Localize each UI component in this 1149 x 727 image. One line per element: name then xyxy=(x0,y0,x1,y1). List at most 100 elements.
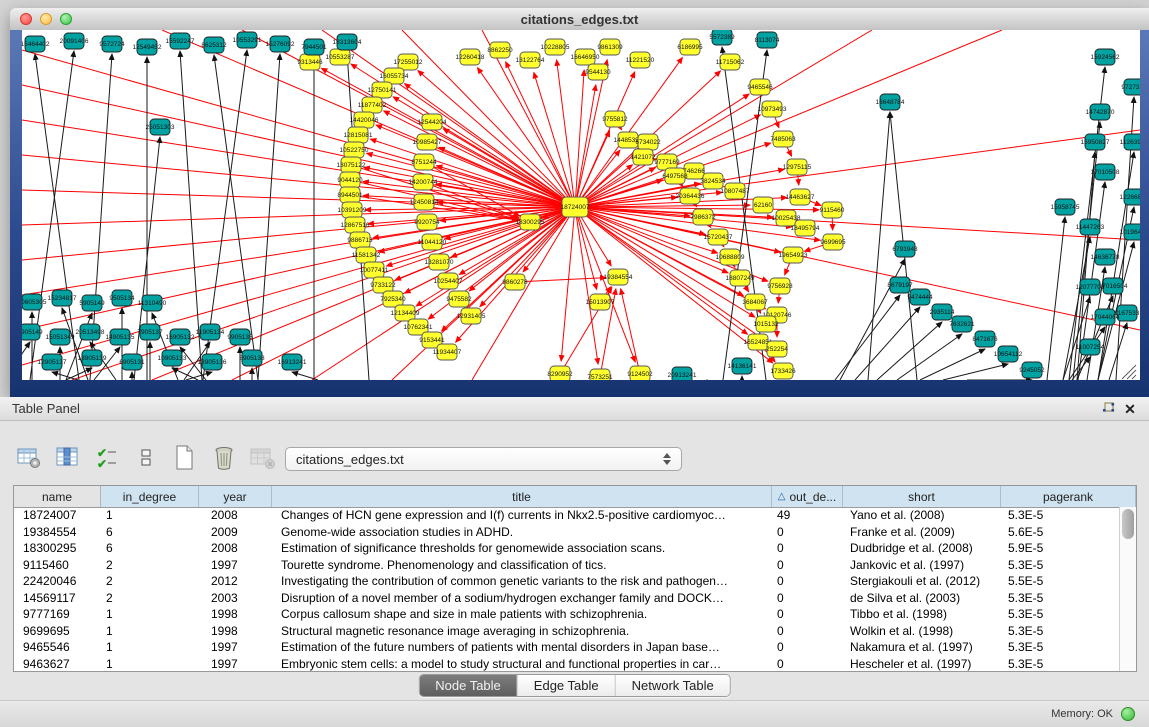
table-cell[interactable]: 2003 xyxy=(199,591,272,605)
table-cell[interactable]: 6 xyxy=(101,541,199,555)
table-cell[interactable]: 1998 xyxy=(199,607,272,621)
row-height-button[interactable] xyxy=(133,444,159,472)
table-cell[interactable]: 9699695 xyxy=(14,624,101,638)
table-cell[interactable]: 0 xyxy=(772,541,843,555)
table-cell[interactable]: 9115460 xyxy=(14,558,101,572)
black-edge[interactable] xyxy=(943,364,1008,380)
column-header-name[interactable]: name xyxy=(14,486,101,507)
table-cell[interactable]: 5.5E-5 xyxy=(1001,574,1120,588)
table-row[interactable]: 977716911998Corpus callosum shape and si… xyxy=(14,606,1120,623)
column-header-in_degree[interactable]: in_degree xyxy=(101,486,199,507)
table-cell[interactable]: 5.3E-5 xyxy=(1001,558,1120,572)
table-cell[interactable]: 0 xyxy=(772,574,843,588)
table-cell[interactable]: 2009 xyxy=(199,525,272,539)
table-row[interactable]: 1830029562008Estimation of significance … xyxy=(14,540,1120,557)
table-scrollbar[interactable] xyxy=(1119,507,1136,671)
black-edge[interactable] xyxy=(1047,217,1065,380)
red-edge[interactable] xyxy=(575,207,598,364)
black-edge[interactable] xyxy=(920,349,985,380)
table-cell[interactable]: 0 xyxy=(772,624,843,638)
tab-network-table[interactable]: Network Table xyxy=(616,675,730,696)
table-cell[interactable]: 5.9E-5 xyxy=(1001,541,1120,555)
column-header-title[interactable]: title xyxy=(272,486,772,507)
float-panel-button[interactable] xyxy=(1097,400,1119,418)
table-cell[interactable]: 18300295 xyxy=(14,541,101,555)
table-cell[interactable]: 5.6E-5 xyxy=(1001,525,1120,539)
table-cell[interactable]: 1997 xyxy=(199,640,272,654)
table-cell[interactable]: Tourette syndrome. Phenomenology and cla… xyxy=(272,558,772,572)
table-cell[interactable]: 49 xyxy=(772,508,843,522)
table-cell[interactable]: 22420046 xyxy=(14,574,101,588)
table-row[interactable]: 946362711997Embryonic stem cells: a mode… xyxy=(14,656,1120,673)
black-edge[interactable] xyxy=(868,112,890,380)
canvas-resize-grip[interactable] xyxy=(1132,375,1136,379)
table-cell[interactable]: 9777169 xyxy=(14,607,101,621)
table-cell[interactable]: 5.3E-5 xyxy=(1001,607,1120,621)
table-cell[interactable]: 19384554 xyxy=(14,525,101,539)
import-table-button[interactable] xyxy=(250,444,276,472)
table-row[interactable]: 969969511998Structural magnetic resonanc… xyxy=(14,623,1120,640)
table-cell[interactable]: 2012 xyxy=(199,574,272,588)
table-cell[interactable]: 0 xyxy=(772,525,843,539)
table-row[interactable]: 946554611997Estimation of the future num… xyxy=(14,639,1120,656)
table-cell[interactable]: 0 xyxy=(772,558,843,572)
red-edge[interactable] xyxy=(22,207,575,330)
table-cell[interactable]: Tibbo et al. (1998) xyxy=(843,607,1001,621)
column-header-short[interactable]: short xyxy=(843,486,1001,507)
table-cell[interactable]: Estimation of significance thresholds fo… xyxy=(272,541,772,555)
table-cell[interactable]: 9463627 xyxy=(14,657,101,671)
table-select[interactable]: citations_edges.txt xyxy=(285,447,682,471)
red-edge[interactable] xyxy=(451,207,575,257)
table-cell[interactable]: de Silva et al. (2003) xyxy=(843,591,1001,605)
table-cell[interactable]: Wolkin et al. (1998) xyxy=(843,624,1001,638)
table-cell[interactable]: 1 xyxy=(101,607,199,621)
table-cell[interactable]: 0 xyxy=(772,591,843,605)
black-edge[interactable] xyxy=(22,342,30,380)
table-cell[interactable]: Investigating the contribution of common… xyxy=(272,574,772,588)
table-cell[interactable]: 1997 xyxy=(199,657,272,671)
table-cell[interactable]: Corpus callosum shape and size in male p… xyxy=(272,607,772,621)
table-cell[interactable]: 2 xyxy=(101,558,199,572)
table-row[interactable]: 2242004622012Investigating the contribut… xyxy=(14,573,1120,590)
table-cell[interactable]: 6 xyxy=(101,525,199,539)
black-edge[interactable] xyxy=(835,295,900,380)
table-cell[interactable]: 0 xyxy=(772,657,843,671)
table-cell[interactable]: Structural magnetic resonance image aver… xyxy=(272,624,772,638)
table-cell[interactable]: 9465546 xyxy=(14,640,101,654)
network-canvas[interactable]: 1872400717255012160557341275014111877402… xyxy=(22,30,1140,380)
table-cell[interactable]: Genome-wide association studies in ADHD. xyxy=(272,525,772,539)
table-cell[interactable]: Estimation of the future numbers of pati… xyxy=(272,640,772,654)
table-cell[interactable]: 2 xyxy=(101,574,199,588)
scrollbar-thumb[interactable] xyxy=(1122,509,1134,539)
table-cell[interactable]: 5.3E-5 xyxy=(1001,508,1120,522)
tab-edge-table[interactable]: Edge Table xyxy=(518,675,616,696)
memory-status-icon[interactable] xyxy=(1121,707,1135,721)
table-row[interactable]: 1456911722003Disruption of a novel membe… xyxy=(14,590,1120,607)
table-cell[interactable]: 2008 xyxy=(199,508,272,522)
table-cell[interactable]: 2008 xyxy=(199,541,272,555)
table-cell[interactable]: 1998 xyxy=(199,624,272,638)
window-titlebar[interactable]: citations_edges.txt xyxy=(10,8,1149,31)
table-row[interactable]: 911546021997Tourette syndrome. Phenomeno… xyxy=(14,557,1120,574)
table-options-button[interactable] xyxy=(16,444,42,472)
row-selection-button[interactable]: ✔ ✔ xyxy=(94,444,120,472)
table-cell[interactable]: Yano et al. (2008) xyxy=(843,508,1001,522)
table-cell[interactable]: 1997 xyxy=(199,558,272,572)
black-edge[interactable] xyxy=(152,313,178,380)
table-cell[interactable]: Nakamura et al. (1997) xyxy=(843,640,1001,654)
red-edge[interactable] xyxy=(561,207,575,361)
table-cell[interactable]: Hescheler et al. (1997) xyxy=(843,657,1001,671)
table-cell[interactable]: Changes of HCN gene expression and I(f) … xyxy=(272,508,772,522)
column-header-out_de[interactable]: △out_de... xyxy=(772,486,843,507)
black-edge[interactable] xyxy=(897,334,962,380)
citation-graph[interactable]: 1872400717255012160557341275014111877402… xyxy=(22,30,1140,380)
table-cell[interactable]: 1 xyxy=(101,624,199,638)
column-chooser-button[interactable] xyxy=(55,444,81,472)
table-cell[interactable]: 0 xyxy=(772,640,843,654)
table-cell[interactable]: Dudbridge et al. (2008) xyxy=(843,541,1001,555)
table-row[interactable]: 1872400712008Changes of HCN gene express… xyxy=(14,507,1120,524)
delete-column-button[interactable] xyxy=(211,444,237,472)
table-cell[interactable]: Franke et al. (2009) xyxy=(843,525,1001,539)
column-header-year[interactable]: year xyxy=(199,486,272,507)
table-cell[interactable]: 0 xyxy=(772,607,843,621)
